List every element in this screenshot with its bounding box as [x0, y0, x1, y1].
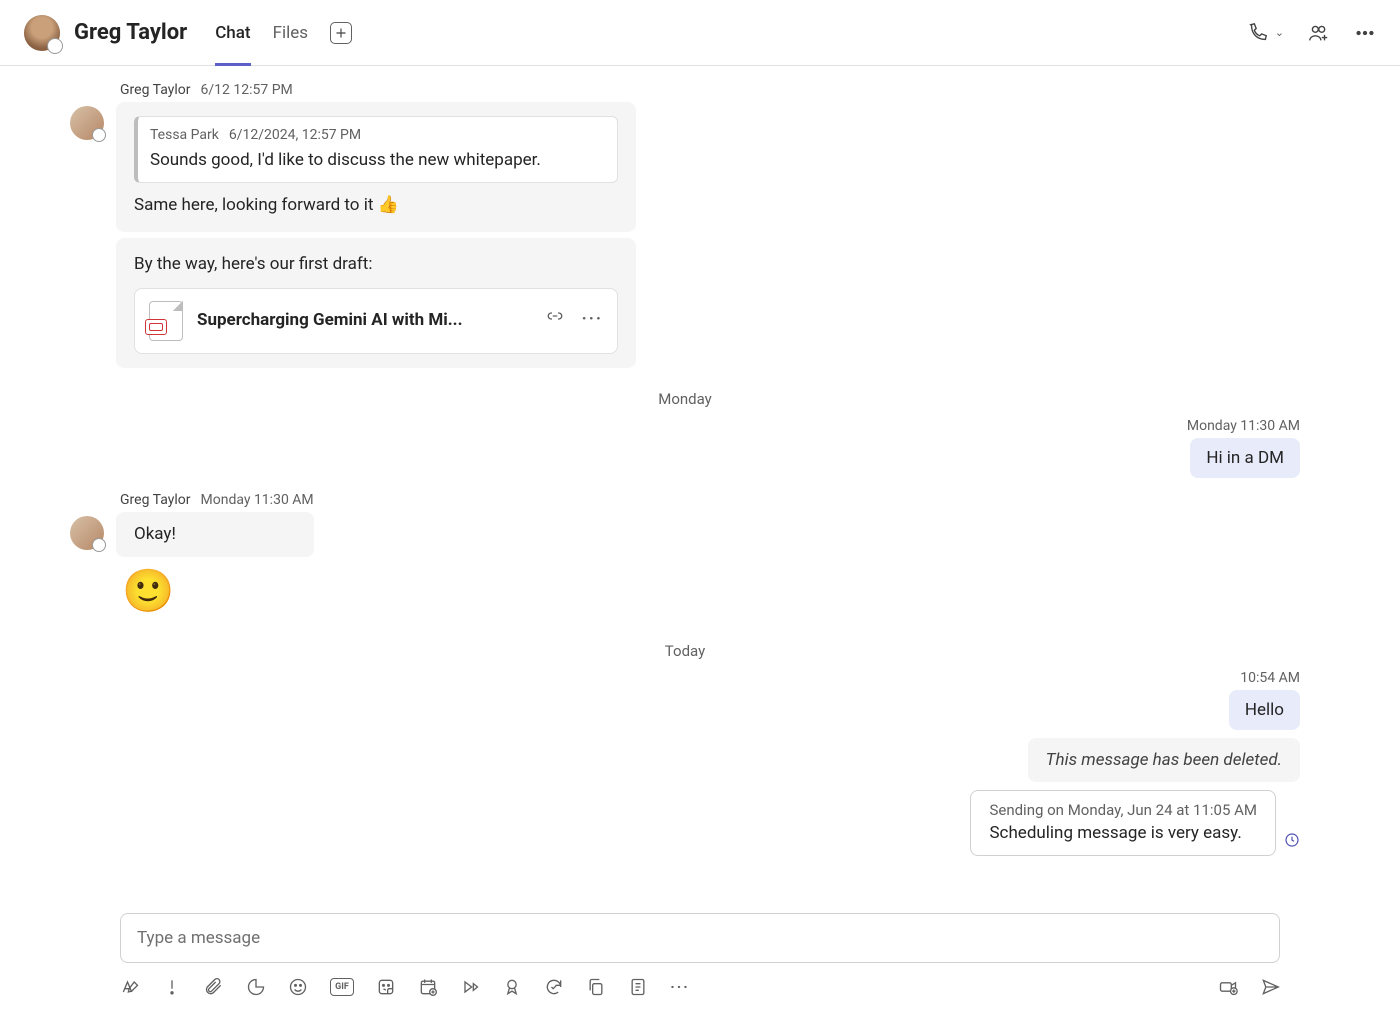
tab-files[interactable]: Files — [273, 0, 308, 65]
message-text: Same here, looking forward to it 👍 — [134, 193, 618, 219]
send-button[interactable] — [1260, 977, 1280, 997]
clock-icon — [1284, 832, 1300, 848]
message-text: Okay! — [134, 524, 176, 544]
video-clip-icon — [1218, 977, 1238, 997]
more-button[interactable] — [1354, 22, 1376, 44]
outgoing-message: 10:54 AM Hello — [70, 670, 1300, 730]
tab-list: Chat Files — [215, 0, 352, 65]
add-tab-button[interactable] — [330, 22, 352, 44]
message-bubble[interactable]: Okay! — [116, 512, 314, 558]
add-people-button[interactable] — [1308, 22, 1330, 44]
message-group: Greg Taylor 6/12 12:57 PM Tessa Park 6/1… — [70, 82, 1300, 368]
emoji-message[interactable]: 🙂 — [116, 563, 314, 620]
refresh-check-icon — [544, 977, 564, 997]
notes-button[interactable] — [628, 977, 648, 997]
video-clip-button[interactable] — [1218, 977, 1238, 997]
outgoing-message: Monday 11:30 AM Hi in a DM — [70, 418, 1300, 478]
approvals-button[interactable] — [502, 977, 522, 997]
message-text: Hi in a DM — [1206, 448, 1284, 468]
message-group: Greg Taylor Monday 11:30 AM Okay! 🙂 — [70, 492, 1300, 621]
attach-button[interactable] — [204, 977, 224, 997]
link-icon — [546, 307, 564, 325]
sender-name: Greg Taylor — [120, 492, 191, 508]
badge-icon — [502, 977, 522, 997]
format-icon — [120, 977, 140, 997]
gif-button[interactable]: GIF — [330, 978, 354, 996]
chat-title: Greg Taylor — [74, 20, 187, 45]
composer-area: Type a message GIF ··· — [0, 913, 1400, 1023]
stream-button[interactable] — [460, 977, 480, 997]
avatar[interactable] — [70, 516, 104, 550]
reply-author: Tessa Park — [150, 125, 219, 146]
more-actions-button[interactable]: ··· — [670, 977, 690, 997]
copy-button[interactable] — [586, 977, 606, 997]
exclamation-icon — [162, 977, 182, 997]
call-button[interactable] — [1247, 22, 1269, 44]
message-bubble[interactable]: Hi in a DM — [1190, 438, 1300, 478]
message-bubble[interactable]: Hello — [1229, 690, 1300, 730]
copy-link-button[interactable] — [546, 307, 564, 334]
powerpoint-file-icon — [149, 301, 183, 341]
message-timestamp: 10:54 AM — [1240, 670, 1300, 686]
stream-icon — [460, 977, 480, 997]
message-input[interactable]: Type a message — [120, 913, 1280, 963]
quoted-reply[interactable]: Tessa Park 6/12/2024, 12:57 PM Sounds go… — [134, 116, 618, 183]
priority-button[interactable] — [162, 977, 182, 997]
chat-header: Greg Taylor Chat Files ⌄ — [0, 0, 1400, 66]
sticker-button[interactable] — [376, 977, 396, 997]
conversation-pane[interactable]: Greg Taylor 6/12 12:57 PM Tessa Park 6/1… — [0, 66, 1400, 903]
message-timestamp: Monday 11:30 AM — [1187, 418, 1300, 434]
scheduled-note: Sending on Monday, Jun 24 at 11:05 AM — [989, 801, 1257, 819]
message-timestamp: 6/12 12:57 PM — [201, 82, 293, 98]
call-dropdown[interactable]: ⌄ — [1275, 26, 1284, 39]
send-icon — [1260, 976, 1280, 998]
tab-chat[interactable]: Chat — [215, 0, 250, 65]
message-meta: Greg Taylor Monday 11:30 AM — [116, 492, 314, 508]
avatar[interactable] — [70, 106, 104, 140]
message-text: By the way, here's our first draft: — [134, 252, 618, 278]
scheduled-message[interactable]: Sending on Monday, Jun 24 at 11:05 AM Sc… — [970, 790, 1276, 856]
composer-placeholder: Type a message — [137, 928, 260, 948]
calendar-plus-icon — [418, 977, 438, 997]
attachment-more-button[interactable]: ··· — [582, 307, 603, 334]
scheduled-indicator — [1284, 832, 1300, 852]
reply-timestamp: 6/12/2024, 12:57 PM — [229, 125, 361, 146]
message-text: Scheduling message is very easy. — [989, 823, 1257, 843]
schedule-button[interactable] — [418, 977, 438, 997]
sticker-icon — [376, 977, 396, 997]
viva-button[interactable] — [544, 977, 564, 997]
date-divider: Today — [70, 642, 1300, 660]
message-bubble[interactable]: By the way, here's our first draft: Supe… — [116, 238, 636, 368]
loop-icon — [246, 977, 266, 997]
paperclip-icon — [204, 977, 224, 997]
avatar[interactable] — [24, 15, 60, 51]
date-divider: Monday — [70, 390, 1300, 408]
people-add-icon — [1308, 22, 1330, 44]
sender-name: Greg Taylor — [120, 82, 191, 98]
attachment-title: Supercharging Gemini AI with Mi... — [197, 308, 463, 334]
phone-icon — [1247, 22, 1269, 44]
message-bubble[interactable]: Tessa Park 6/12/2024, 12:57 PM Sounds go… — [116, 102, 636, 232]
deleted-text: This message has been deleted. — [1046, 750, 1282, 770]
message-meta: Greg Taylor 6/12 12:57 PM — [116, 82, 1300, 98]
loop-button[interactable] — [246, 977, 266, 997]
plus-icon — [334, 26, 348, 40]
more-icon — [1354, 22, 1376, 44]
notes-icon — [628, 977, 648, 997]
outgoing-message: This message has been deleted. — [70, 738, 1300, 782]
reply-text: Sounds good, I'd like to discuss the new… — [150, 148, 605, 174]
format-button[interactable] — [120, 977, 140, 997]
copy-icon — [586, 977, 606, 997]
header-actions: ⌄ — [1247, 22, 1376, 44]
emoji-icon — [288, 977, 308, 997]
attachment-card[interactable]: Supercharging Gemini AI with Mi... ··· — [134, 288, 618, 354]
deleted-message[interactable]: This message has been deleted. — [1028, 738, 1300, 782]
message-timestamp: Monday 11:30 AM — [201, 492, 314, 508]
outgoing-message: Sending on Monday, Jun 24 at 11:05 AM Sc… — [70, 790, 1300, 856]
message-text: Hello — [1245, 700, 1284, 720]
emoji-button[interactable] — [288, 977, 308, 997]
composer-toolbar: GIF ··· — [120, 977, 1280, 997]
